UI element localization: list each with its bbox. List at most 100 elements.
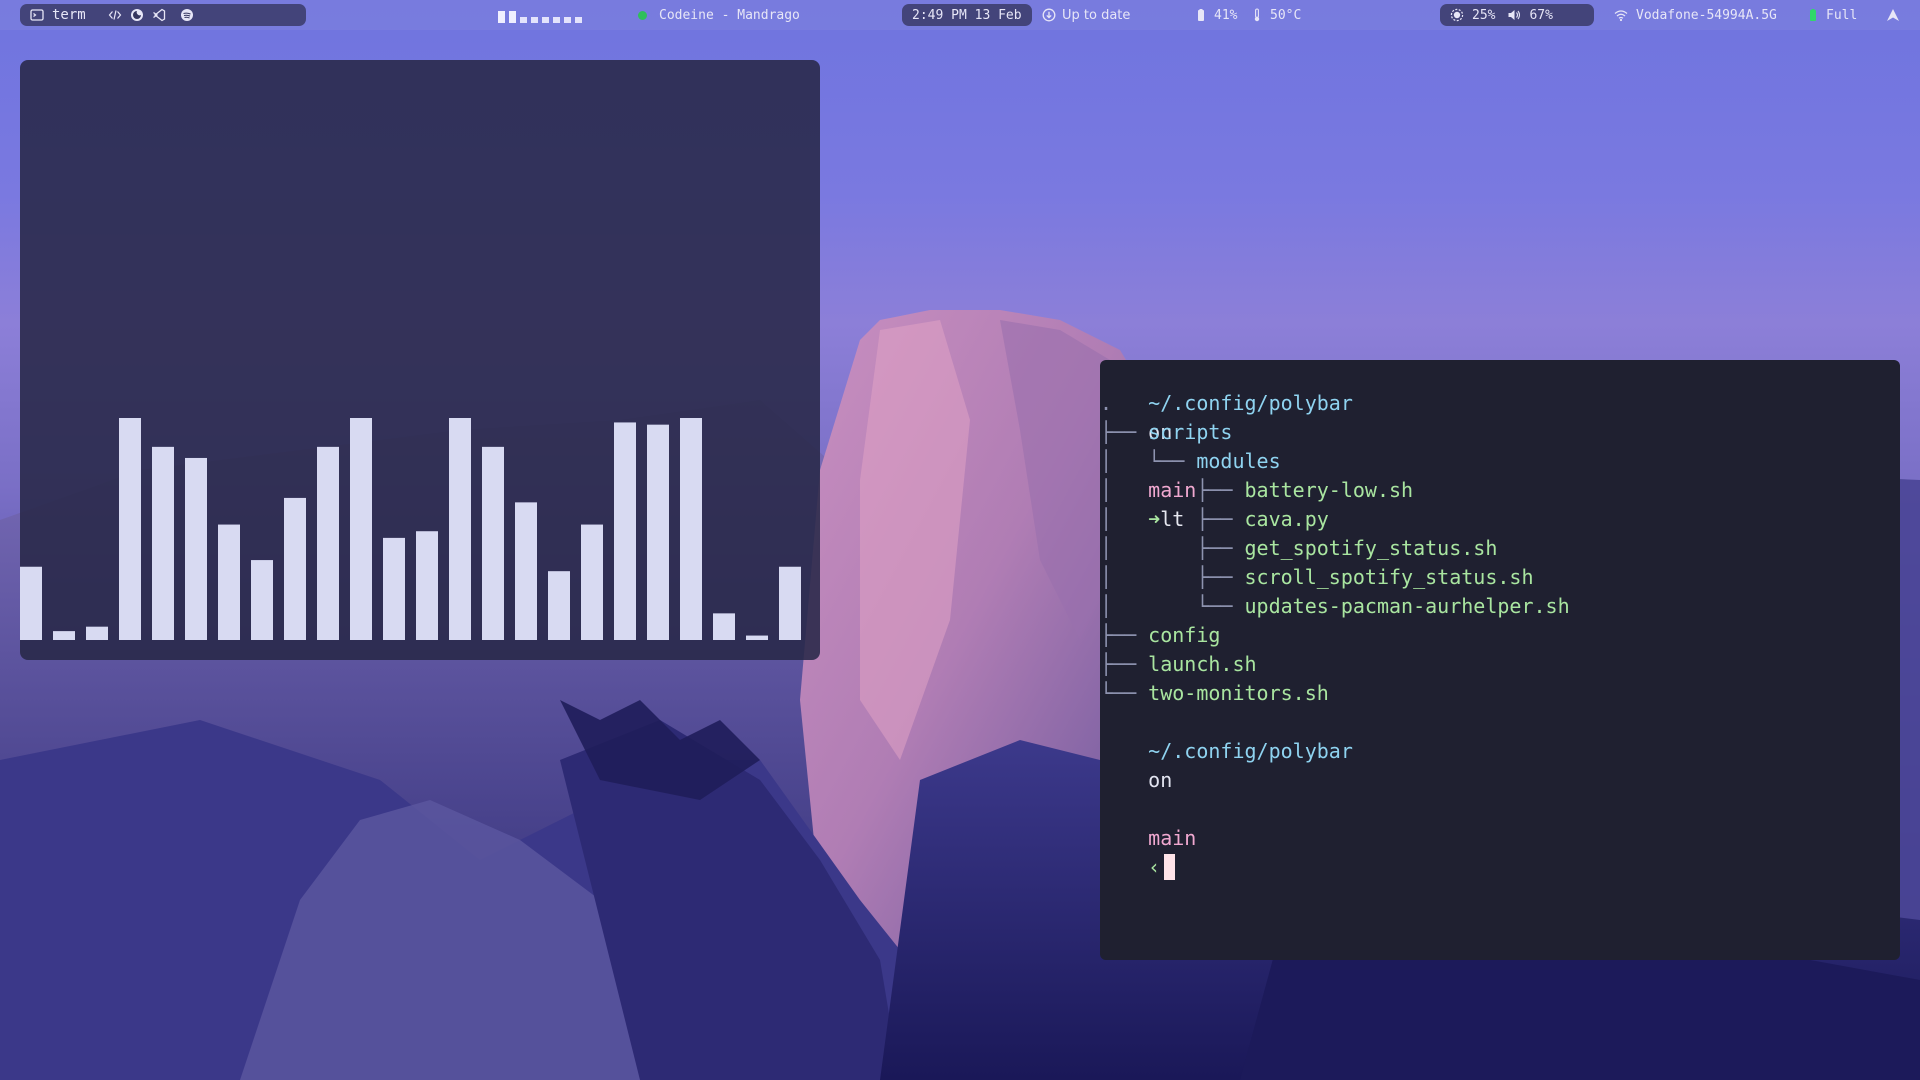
- file-name: launch.sh: [1148, 652, 1257, 676]
- workspace-indicators: [498, 4, 582, 26]
- battery-status: Full: [1826, 7, 1858, 23]
- visualizer-bar: [713, 613, 735, 640]
- tree-entry: ├── scripts: [1100, 418, 1900, 447]
- spotify-playing-dot: [638, 10, 647, 20]
- workspace-indicator[interactable]: [542, 17, 549, 23]
- file-name: get_spotify_status.sh: [1244, 536, 1498, 560]
- workspace-indicator[interactable]: [520, 17, 527, 23]
- visualizer-bar: [449, 418, 471, 640]
- visualizer-bar: [383, 537, 405, 640]
- arch-icon[interactable]: [1886, 8, 1900, 22]
- tree-entry: │ ├── battery-low.sh: [1100, 476, 1900, 505]
- visualizer-bar: [548, 571, 570, 640]
- prompt-line: ~/.config/polybar on main ➜lt: [1100, 360, 1900, 531]
- wifi-module[interactable]: Vodafone-54994A.5G: [1614, 4, 1777, 26]
- workspace-indicator[interactable]: [553, 17, 560, 23]
- code-icon[interactable]: [108, 8, 122, 22]
- tree-branch-chars: ├──: [1100, 623, 1149, 647]
- audio-visualizer-window[interactable]: [20, 60, 820, 660]
- git-branch: main: [1148, 826, 1197, 850]
- workspace-indicator[interactable]: [564, 17, 571, 23]
- vscode-icon[interactable]: [152, 8, 166, 22]
- wifi-ssid: Vodafone-54994A.5G: [1636, 7, 1777, 23]
- update-icon: [1042, 8, 1056, 22]
- prompt-arrow: ‹: [1148, 855, 1161, 879]
- tree-branch-chars: │ └──: [1100, 449, 1197, 473]
- file-name: battery-low.sh: [1244, 478, 1414, 502]
- launcher-pill: term: [20, 4, 306, 26]
- temperature-module: 50°C: [1250, 4, 1301, 26]
- spotify-status[interactable]: Codeine - Mandrago: [638, 4, 800, 26]
- brightness-volume-pill: 25% 67%: [1440, 4, 1594, 26]
- tree-branch-chars: │ └──: [1100, 594, 1245, 618]
- clock-pill[interactable]: 2:49 PM 13 Feb: [902, 4, 1032, 26]
- visualizer-bar: [350, 418, 372, 640]
- battery-module: 41%: [1194, 4, 1237, 26]
- tree-entry: │ └── modules: [1100, 447, 1900, 476]
- visualizer-bar: [86, 626, 108, 640]
- file-name: scroll_spotify_status.sh: [1244, 565, 1534, 589]
- temperature: 50°C: [1270, 7, 1302, 23]
- visualizer-bars: [20, 418, 801, 640]
- volume-icon[interactable]: [1507, 8, 1521, 22]
- tree-entry: │ ├── cava.py: [1100, 505, 1900, 534]
- volume-level[interactable]: 67%: [1529, 8, 1552, 23]
- power-menu[interactable]: [1886, 4, 1900, 26]
- terminal-icon[interactable]: [30, 8, 44, 22]
- visualizer-bar: [515, 502, 537, 640]
- brightness-level[interactable]: 25%: [1472, 8, 1495, 23]
- directory-name: modules: [1196, 449, 1281, 473]
- tree-entry: │ ├── get_spotify_status.sh: [1100, 534, 1900, 563]
- visualizer-bar: [152, 446, 174, 640]
- file-name: cava.py: [1244, 507, 1329, 531]
- battery-status-module: Full: [1806, 4, 1857, 26]
- spotify-icon[interactable]: [180, 8, 194, 22]
- visualizer-bar: [317, 446, 339, 640]
- visualizer-bar: [284, 497, 306, 640]
- battery-full-icon: [1806, 8, 1820, 22]
- visualizer-bar: [779, 566, 801, 640]
- file-name: updates-pacman-aurhelper.sh: [1244, 594, 1570, 618]
- visualizer-bar: [416, 531, 438, 640]
- tree-branch-chars: │ ├──: [1100, 478, 1245, 502]
- tree-branch-chars: │ ├──: [1100, 565, 1245, 589]
- prompt-path: ~/.config/polybar: [1148, 739, 1353, 763]
- tree-branch-chars: │ ├──: [1100, 536, 1245, 560]
- terminal-window[interactable]: ~/.config/polybar on main ➜lt . ├── scri…: [1100, 360, 1900, 960]
- tree-entry: ├── launch.sh: [1100, 650, 1900, 679]
- tree-entry: ├── config: [1100, 621, 1900, 650]
- spotify-track: Codeine - Mandrago: [659, 7, 800, 23]
- visualizer-bar: [647, 424, 669, 640]
- tree-entry: └── two-monitors.sh: [1100, 679, 1900, 708]
- visualizer-bar: [53, 631, 75, 640]
- visualizer-bar: [614, 422, 636, 640]
- visualizer-bar: [581, 524, 603, 640]
- workspace-indicator[interactable]: [531, 17, 538, 23]
- terminal-cursor[interactable]: [1164, 854, 1176, 880]
- battery-percent: 41%: [1214, 7, 1238, 23]
- visualizer-bar: [119, 418, 141, 640]
- workspace-indicator[interactable]: [498, 11, 505, 23]
- visualizer-bar: [185, 457, 207, 640]
- file-name: two-monitors.sh: [1148, 681, 1329, 705]
- prompt-on: on: [1148, 768, 1173, 792]
- brightness-icon[interactable]: [1450, 8, 1464, 22]
- visualizer-bar: [251, 560, 273, 640]
- file-tree: ├── scripts │ └── modules │ ├── battery-lo…: [1100, 418, 1900, 708]
- workspace-indicator[interactable]: [509, 11, 516, 23]
- tree-entry: │ ├── scroll_spotify_status.sh: [1100, 563, 1900, 592]
- updates-module[interactable]: Up to date: [1042, 4, 1130, 26]
- thermometer-icon: [1250, 8, 1264, 22]
- firefox-icon[interactable]: [130, 8, 144, 22]
- tree-branch-chars: └──: [1100, 681, 1149, 705]
- tree-branch-chars: │ ├──: [1100, 507, 1245, 531]
- prompt-line: ~/.config/polybar on main ‹: [1100, 708, 1900, 880]
- battery-icon: [1194, 8, 1208, 22]
- tree-branch-chars: ├──: [1100, 652, 1149, 676]
- tree-root: .: [1100, 391, 1113, 415]
- visualizer-bar: [20, 566, 42, 640]
- visualizer-bar: [482, 446, 504, 640]
- tree-branch-chars: ├──: [1100, 420, 1149, 444]
- workspace-indicator[interactable]: [575, 17, 582, 23]
- term-label[interactable]: term: [52, 7, 86, 23]
